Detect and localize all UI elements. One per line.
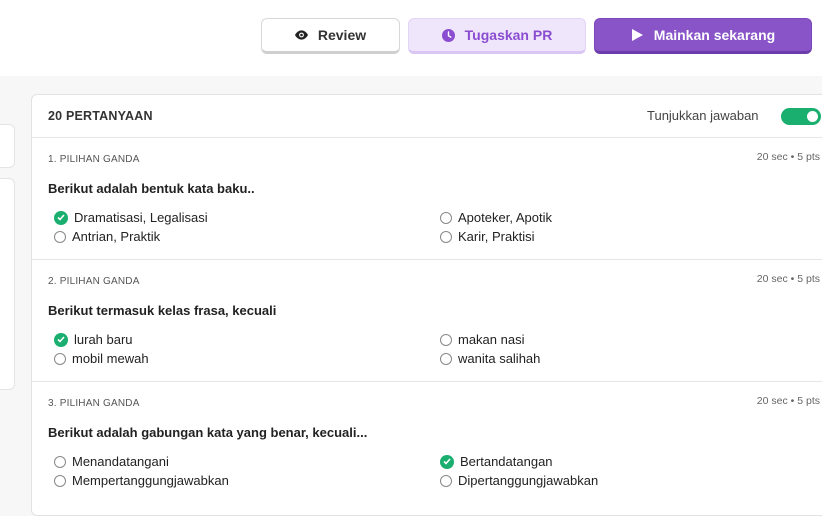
question-meta: 20 sec • 5 pts: [756, 273, 820, 285]
question-meta: 20 sec • 5 pts: [756, 151, 820, 163]
show-answers-toggle[interactable]: [781, 108, 821, 125]
answer-option: Dipertanggungjawabkan: [440, 473, 598, 488]
question-card: 3. PILIHAN GANDA 20 sec • 5 pts Berikut …: [32, 381, 822, 503]
radio-icon: [440, 474, 452, 487]
play-now-button[interactable]: Mainkan sekarang: [594, 18, 812, 54]
radio-icon: [54, 474, 66, 487]
question-type: 1. PILIHAN GANDA: [48, 154, 140, 165]
answer-option: wanita salihah: [440, 351, 540, 366]
option-label: Bertandatangan: [460, 454, 553, 469]
option-label: wanita salihah: [458, 351, 541, 366]
assign-homework-button[interactable]: Tugaskan PR: [408, 18, 586, 54]
clock-icon: [441, 28, 455, 42]
answer-option: Bertandatangan: [440, 454, 553, 469]
option-label: Menandatangani: [72, 454, 169, 469]
toggle-knob: [807, 111, 818, 122]
correct-check-icon: [54, 332, 68, 347]
option-label: Apoteker, Apotik: [458, 210, 552, 225]
review-button[interactable]: Review: [261, 18, 400, 54]
answer-option: Apoteker, Apotik: [440, 210, 552, 225]
radio-icon: [440, 211, 452, 224]
answer-option: lurah baru: [54, 332, 133, 347]
answer-option: Dramatisasi, Legalisasi: [54, 210, 208, 225]
question-card: 2. PILIHAN GANDA 20 sec • 5 pts Berikut …: [32, 259, 822, 382]
question-card: 1. PILIHAN GANDA 20 sec • 5 pts Berikut …: [32, 137, 822, 260]
option-label: Karir, Praktisi: [458, 229, 535, 244]
radio-icon: [54, 230, 66, 243]
play-now-label: Mainkan sekarang: [653, 27, 776, 43]
answer-option: Menandatangani: [54, 454, 169, 469]
radio-icon: [440, 333, 452, 346]
side-tab[interactable]: [0, 124, 15, 168]
answer-option: Mempertanggungjawabkan: [54, 473, 229, 488]
question-type: 2. PILIHAN GANDA: [48, 276, 140, 287]
review-button-label: Review: [317, 27, 367, 43]
question-text: Berikut termasuk kelas frasa, kecuali: [48, 303, 277, 318]
radio-icon: [54, 455, 66, 468]
assign-homework-label: Tugaskan PR: [464, 27, 553, 43]
correct-check-icon: [54, 210, 68, 225]
radio-icon: [440, 230, 452, 243]
option-label: lurah baru: [74, 332, 133, 347]
question-meta: 20 sec • 5 pts: [756, 395, 820, 407]
question-text: Berikut adalah gabungan kata yang benar,…: [48, 425, 368, 440]
panel-header: 20 PERTANYAAN Tunjukkan jawaban: [32, 95, 822, 138]
radio-icon: [54, 352, 66, 365]
option-label: makan nasi: [458, 332, 525, 347]
option-label: Dramatisasi, Legalisasi: [74, 210, 208, 225]
answer-option: Karir, Praktisi: [440, 229, 535, 244]
radio-icon: [440, 352, 452, 365]
eye-icon: [294, 29, 308, 42]
answer-option: Antrian, Praktik: [54, 229, 160, 244]
question-count: 20 PERTANYAAN: [48, 109, 153, 123]
answer-option: makan nasi: [440, 332, 524, 347]
correct-check-icon: [440, 454, 454, 469]
option-label: Antrian, Praktik: [72, 229, 161, 244]
side-panel: [0, 178, 15, 390]
option-label: Dipertanggungjawabkan: [458, 473, 599, 488]
question-text: Berikut adalah bentuk kata baku..: [48, 181, 255, 196]
play-icon: [631, 29, 644, 42]
question-type: 3. PILIHAN GANDA: [48, 398, 140, 409]
option-label: Mempertanggungjawabkan: [72, 473, 229, 488]
answer-option: mobil mewah: [54, 351, 149, 366]
show-answers-label: Tunjukkan jawaban: [647, 108, 759, 123]
questions-panel: 20 PERTANYAAN Tunjukkan jawaban 1. PILIH…: [31, 94, 822, 516]
top-toolbar: Review Tugaskan PR Mainkan sekarang: [0, 0, 822, 76]
option-label: mobil mewah: [72, 351, 149, 366]
